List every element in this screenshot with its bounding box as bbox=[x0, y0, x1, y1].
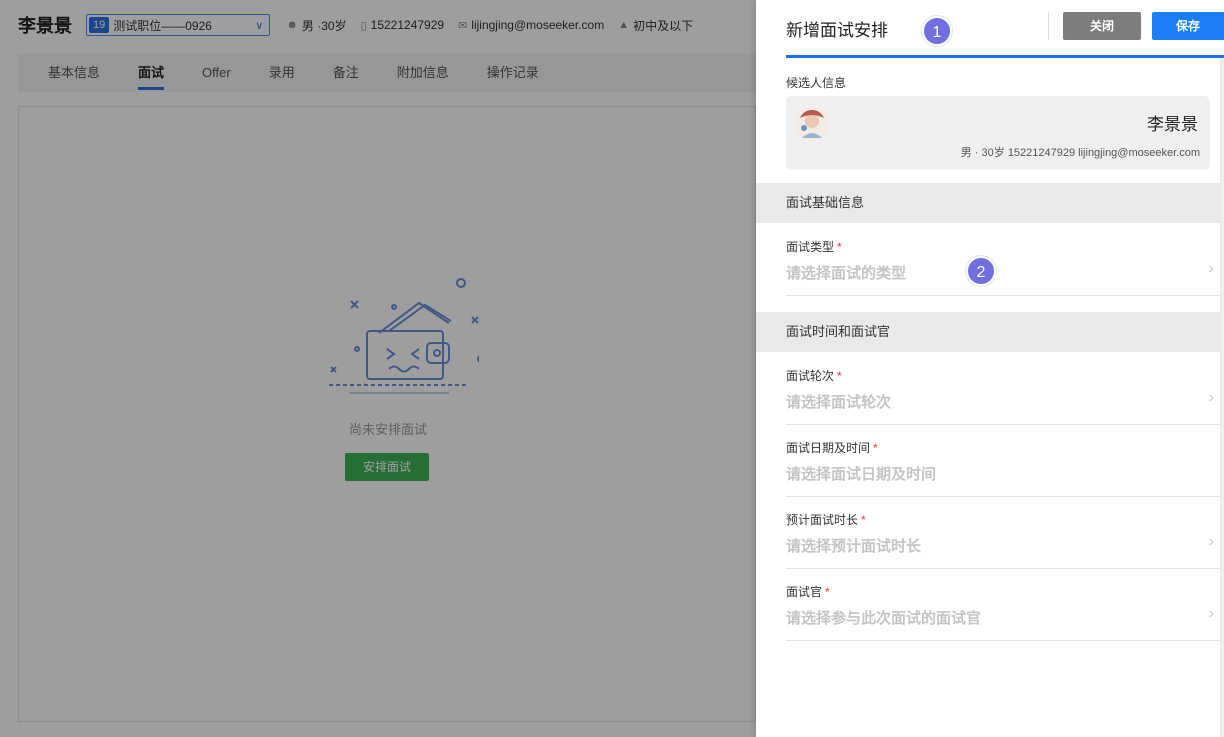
candidate-page: 李景景 19 测试职位——0926 ∨ ☻ 男 ·30岁 ▯ 152212479… bbox=[0, 0, 756, 737]
chevron-down-icon: ∨ bbox=[255, 19, 264, 32]
interview-datetime-placeholder: 请选择面试日期及时间 bbox=[786, 466, 937, 483]
avatar bbox=[794, 106, 830, 142]
field-interview-duration[interactable]: 预计面试时长 * 请选择预计面试时长 › bbox=[786, 497, 1220, 569]
step-badge-2: 2 bbox=[966, 256, 996, 286]
field-label: 预计面试时长 * bbox=[786, 513, 866, 527]
tab-hire[interactable]: 录用 bbox=[269, 54, 295, 92]
field-label: 面试官 * bbox=[786, 585, 830, 599]
job-select[interactable]: 19 测试职位——0926 ∨ bbox=[86, 14, 271, 36]
field-label: 面试类型 * bbox=[786, 240, 842, 254]
field-interview-datetime[interactable]: 面试日期及时间 * 请选择面试日期及时间 bbox=[786, 425, 1220, 497]
empty-wallet-illustration bbox=[329, 278, 479, 394]
tab-basic-info[interactable]: 基本信息 bbox=[48, 54, 100, 92]
field-interview-type[interactable]: 面试类型 * 请选择面试的类型 2 › bbox=[786, 224, 1220, 296]
email: ✉ lijingjing@moseeker.com bbox=[458, 18, 605, 32]
field-interviewer[interactable]: 面试官 * 请选择参与此次面试的面试官 › bbox=[786, 569, 1220, 641]
group-basic-info: 面试基础信息 bbox=[756, 183, 1220, 223]
step-badge-1: 1 bbox=[922, 16, 952, 46]
person-icon: ☻ bbox=[286, 19, 298, 31]
chevron-right-icon: › bbox=[1208, 605, 1214, 622]
field-interview-round[interactable]: 面试轮次 * 请选择面试轮次 › bbox=[786, 353, 1220, 425]
job-select-value: 测试职位——0926 bbox=[113, 18, 212, 33]
phone-icon: ▯ bbox=[360, 19, 367, 32]
tab-interview[interactable]: 面试 bbox=[138, 54, 165, 92]
interview-type-placeholder: 请选择面试的类型 bbox=[786, 265, 907, 282]
candidate-name: 李景景 bbox=[18, 16, 72, 36]
interview-round-placeholder: 请选择面试轮次 bbox=[786, 394, 892, 411]
candidate-card: 李景景 男 · 30岁 15221247929 lijingjing@mosee… bbox=[786, 96, 1210, 170]
new-interview-drawer: 新增面试安排 1 关闭 保存 候选人信息 李景景 男 · 30岁 1522124… bbox=[756, 0, 1224, 737]
close-button[interactable]: 关闭 bbox=[1063, 12, 1141, 40]
education: ▲ 初中及以下 bbox=[618, 18, 694, 33]
save-button[interactable]: 保存 bbox=[1152, 12, 1224, 40]
job-count-badge: 19 bbox=[89, 17, 110, 33]
tab-additional-info[interactable]: 附加信息 bbox=[397, 54, 449, 92]
candidate-section-label: 候选人信息 bbox=[786, 76, 847, 90]
graduation-cap-icon: ▲ bbox=[618, 19, 630, 31]
header-divider bbox=[1048, 12, 1049, 40]
field-label: 面试轮次 * bbox=[786, 369, 842, 383]
chevron-right-icon: › bbox=[1208, 533, 1214, 550]
field-label: 面试日期及时间 * bbox=[786, 441, 878, 455]
group-time-interviewer: 面试时间和面试官 bbox=[756, 312, 1220, 352]
interviewer-placeholder: 请选择参与此次面试的面试官 bbox=[786, 610, 982, 627]
drawer-body: 候选人信息 李景景 男 · 30岁 15221247929 lijingjing… bbox=[756, 58, 1220, 737]
tab-bar: 基本信息 面试 Offer 录用 备注 附加信息 操作记录 bbox=[18, 54, 756, 92]
interview-content: 尚未安排面试 安排面试 bbox=[18, 106, 756, 722]
candidate-card-info: 男 · 30岁 15221247929 lijingjing@moseeker.… bbox=[960, 147, 1200, 159]
drawer-header: 新增面试安排 1 关闭 保存 bbox=[756, 0, 1224, 55]
tab-operation-log[interactable]: 操作记录 bbox=[487, 54, 539, 92]
chevron-right-icon: › bbox=[1208, 260, 1214, 277]
drawer-scrollbar[interactable] bbox=[1220, 58, 1224, 737]
drawer-title: 新增面试安排 bbox=[786, 21, 888, 40]
interview-duration-placeholder: 请选择预计面试时长 bbox=[786, 538, 922, 555]
tab-offer[interactable]: Offer bbox=[202, 54, 231, 92]
candidate-card-name: 李景景 bbox=[1147, 115, 1198, 134]
tab-notes[interactable]: 备注 bbox=[333, 54, 359, 92]
arrange-interview-button[interactable]: 安排面试 bbox=[345, 453, 429, 481]
empty-state-text: 尚未安排面试 bbox=[348, 422, 427, 437]
chevron-right-icon: › bbox=[1208, 389, 1214, 406]
mail-icon: ✉ bbox=[458, 19, 468, 32]
candidate-header: 李景景 19 测试职位——0926 ∨ ☻ 男 ·30岁 ▯ 152212479… bbox=[0, 0, 756, 50]
gender-age: ☻ 男 ·30岁 bbox=[286, 18, 347, 33]
phone: ▯ 15221247929 bbox=[360, 18, 445, 32]
